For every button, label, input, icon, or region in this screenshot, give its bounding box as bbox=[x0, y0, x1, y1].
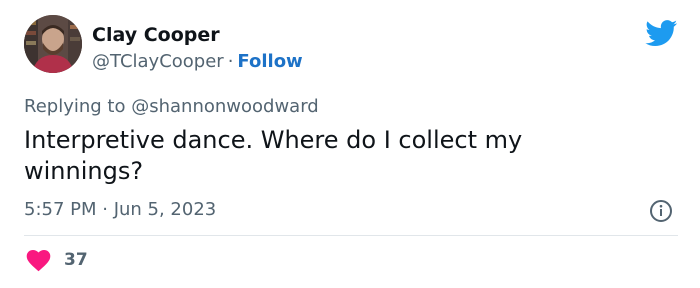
separator-dot: · bbox=[227, 51, 234, 72]
handle-row: @TClayCooper · Follow bbox=[92, 50, 303, 74]
info-icon[interactable] bbox=[649, 199, 673, 223]
reply-context: Replying to @shannonwoodward bbox=[24, 95, 319, 119]
like-count: 37 bbox=[64, 250, 88, 270]
reply-mention-link[interactable]: @shannonwoodward bbox=[131, 96, 319, 117]
twitter-bird-icon[interactable] bbox=[645, 20, 678, 47]
tweet-card: Clay Cooper @TClayCooper · Follow Replying… bbox=[0, 0, 700, 288]
user-handle[interactable]: @TClayCooper bbox=[92, 51, 224, 72]
tweet-text: Interpretive dance. Where do I collect m… bbox=[24, 126, 523, 185]
heart-icon[interactable] bbox=[26, 250, 51, 272]
divider bbox=[24, 235, 678, 236]
tweet-timestamp[interactable]: 5:57 PM · Jun 5, 2023 bbox=[24, 198, 216, 222]
follow-button[interactable]: Follow bbox=[237, 51, 302, 72]
avatar[interactable] bbox=[24, 15, 82, 73]
display-name[interactable]: Clay Cooper bbox=[92, 23, 220, 47]
reply-prefix: Replying to bbox=[24, 96, 126, 117]
